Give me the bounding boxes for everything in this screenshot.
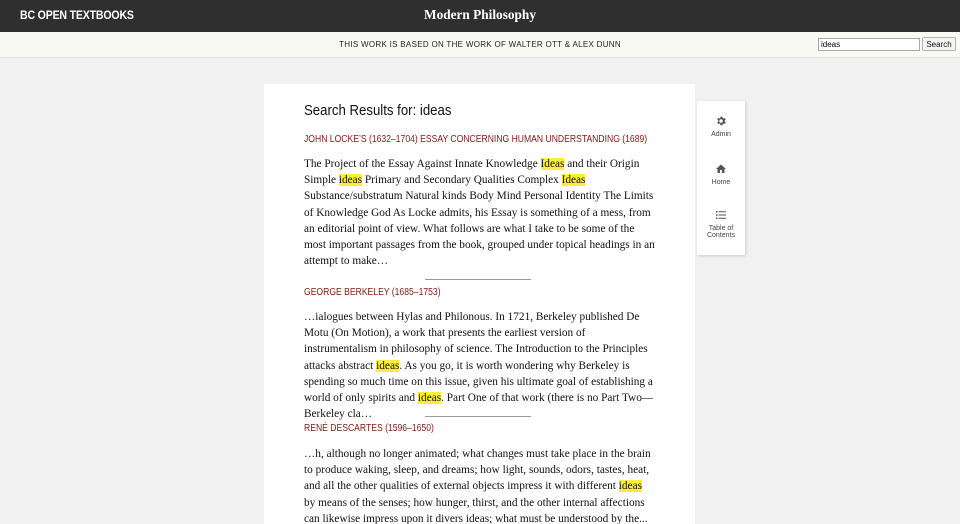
excerpt-text: Primary and Secondary Qualities Complex — [362, 174, 562, 187]
search-results-panel: Search Results for: ideas JOHN LOCKE’S (… — [264, 84, 695, 524]
excerpt-text: by means of the senses; how hunger, thir… — [304, 496, 648, 524]
nav-home[interactable]: Home — [697, 163, 745, 186]
home-icon — [716, 164, 726, 173]
page-title: Search Results for: ideas — [304, 102, 452, 119]
attribution-text: THIS WORK IS BASED ON THE WORK OF WALTER… — [339, 40, 621, 49]
search-term-highlight: ideas — [618, 480, 642, 493]
result-title-link[interactable]: RENÉ DESCARTES (1596–1650) — [304, 423, 434, 434]
search-input[interactable] — [818, 38, 920, 51]
search-button[interactable]: Search — [922, 37, 956, 51]
gear-icon — [717, 116, 726, 126]
nav-table-of-contents[interactable]: Table of Contents — [697, 209, 745, 239]
search-term-highlight: ideas — [376, 359, 400, 372]
side-navigation: Admin Home Table of Contents — [697, 101, 745, 255]
result-title-link[interactable]: JOHN LOCKE’S (1632–1704) ESSAY CONCERNIN… — [304, 134, 647, 145]
top-bar: BC OPEN TEXTBOOKS Modern Philosophy — [0, 0, 960, 32]
search-term-highlight: Ideas — [540, 158, 565, 170]
nav-admin-label: Admin — [711, 131, 731, 138]
sub-header: THIS WORK IS BASED ON THE WORK OF WALTER… — [0, 32, 960, 58]
excerpt-text: …h, although no longer animated; what ch… — [304, 448, 651, 493]
result-divider — [425, 416, 531, 417]
book-title[interactable]: Modern Philosophy — [24, 8, 936, 24]
nav-toc-label: Table of Contents — [706, 225, 736, 239]
excerpt-text: The Project of the Essay Against Innate … — [304, 158, 541, 170]
result-divider — [425, 279, 531, 280]
result-title-link[interactable]: GEORGE BERKELEY (1685–1753) — [304, 287, 441, 298]
search-term-highlight: ideas — [338, 174, 363, 187]
list-icon — [716, 211, 726, 219]
excerpt-text: Substance/substratum Natural kinds Body … — [304, 190, 655, 268]
nav-home-label: Home — [711, 179, 731, 186]
search-term-highlight: ideas — [417, 392, 442, 405]
result-excerpt: …ialogues between Hylas and Philonous. I… — [304, 309, 656, 422]
result-excerpt: …h, although no longer animated; what ch… — [304, 446, 656, 524]
nav-admin[interactable]: Admin — [697, 115, 745, 138]
result-excerpt: The Project of the Essay Against Innate … — [304, 156, 656, 269]
search-term-highlight: Ideas — [561, 174, 586, 187]
